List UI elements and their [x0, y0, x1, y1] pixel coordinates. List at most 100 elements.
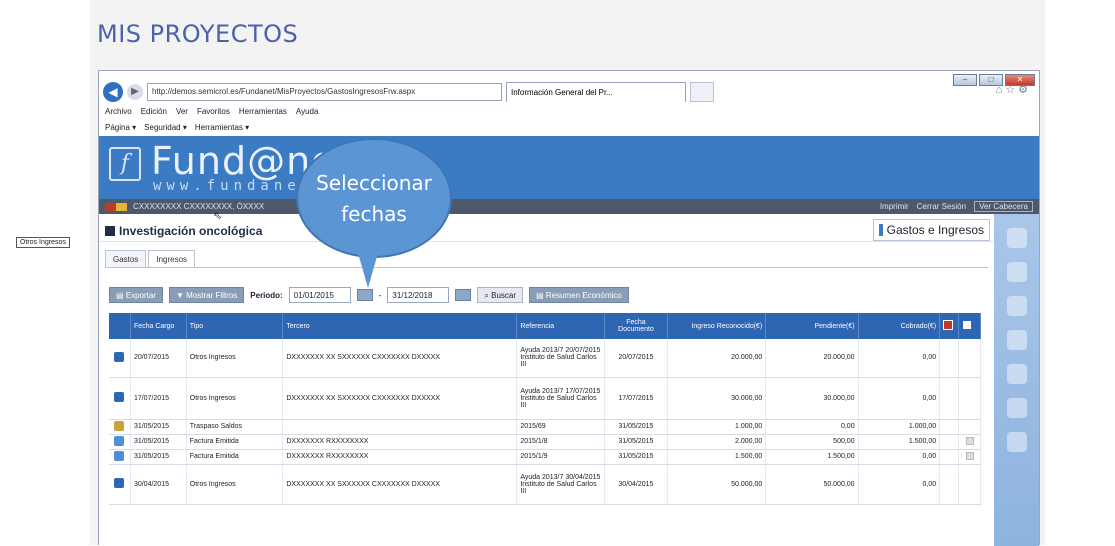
ingreso-cell: 30.000,00 [667, 377, 767, 420]
row-icon-cell [109, 339, 131, 378]
table-row[interactable]: 31/05/2015 Factura Emitida DXXXXXXX RXXXXX… [109, 449, 981, 465]
col-fecha-cargo[interactable]: Fecha Cargo [130, 313, 187, 339]
row-type-icon[interactable] [114, 435, 125, 446]
pendiente-cell: 20.000,00 [765, 339, 859, 378]
print-link[interactable]: Imprimir [880, 202, 909, 211]
row-type-icon[interactable] [114, 392, 125, 402]
table-row[interactable]: 17/07/2015 Otros Ingresos DXXXXXXX XX SXXX… [109, 377, 981, 420]
tools-command[interactable]: Herramientas ▾ [195, 123, 249, 132]
attachment-icon[interactable] [965, 451, 974, 460]
col-ingreso[interactable]: Ingreso Reconocido(€) [667, 313, 767, 339]
group-icon[interactable] [1006, 432, 1027, 452]
side-toolbar [994, 214, 1039, 546]
tipo-cell: Traspaso Saldos [186, 419, 284, 435]
menu-ver[interactable]: Ver [176, 107, 188, 116]
fecha-cargo-cell: 31/05/2015 [130, 449, 187, 465]
referencia-cell: Ayuda 2013/7 17/07/2015 Instituto de Sal… [516, 377, 606, 420]
home-icon[interactable]: ⌂ [996, 84, 1006, 96]
menu-archivo[interactable]: Archivo [105, 107, 132, 116]
user-icon[interactable] [1006, 296, 1027, 316]
col-referencia[interactable]: Referencia [516, 313, 606, 339]
info-icon[interactable] [1006, 262, 1027, 282]
filter-icon: ▼ [176, 291, 187, 300]
menu-ayuda[interactable]: Ayuda [296, 107, 319, 116]
col-pendiente[interactable]: Pendiente(€) [765, 313, 859, 339]
row-type-icon[interactable] [114, 450, 125, 461]
cobrado-cell: 1.500,00 [858, 434, 941, 450]
new-tab-button[interactable] [690, 82, 714, 102]
forward-button[interactable]: ▶ [127, 84, 143, 100]
col-tercero[interactable]: Tercero [282, 313, 518, 339]
checklist-icon[interactable] [1006, 364, 1027, 384]
menu-favoritos[interactable]: Favoritos [197, 107, 230, 116]
callout-text: Seleccionar fechas [296, 168, 452, 230]
tree-icon[interactable] [1006, 398, 1027, 418]
browser-tab[interactable]: Información General del Pr... [506, 82, 686, 102]
minimize-button[interactable]: – [953, 74, 977, 86]
language-flags-icon[interactable] [105, 202, 127, 211]
export-button[interactable]: ▤ Exportar [109, 287, 164, 303]
search-button[interactable]: ⌕ Buscar [477, 287, 524, 303]
page-command[interactable]: Página ▾ [105, 123, 136, 132]
tercero-cell: DXXXXXXX XX SXXXXXX CXXXXXXX DXXXXX [282, 339, 518, 378]
col-icon [109, 313, 131, 339]
col-columns[interactable] [958, 313, 981, 339]
filter-toolbar: ▤ Exportar ▼ Mostrar Filtros Periodo: 01… [109, 287, 629, 303]
logout-link[interactable]: Cerrar Sesión [917, 202, 966, 211]
table-row[interactable]: 30/04/2015 Otros Ingresos DXXXXXXX XX SXXX… [109, 464, 981, 505]
summary-label: Resumen Económico [545, 291, 622, 300]
referencia-cell: 2015/1/9 [516, 449, 606, 465]
referencia-cell: 2015/1/8 [516, 434, 606, 450]
people-icon[interactable] [1006, 330, 1027, 350]
browser-window: – □ ✕ ◀ ▶ http://demos.semicrol.es/Funda… [98, 70, 1040, 546]
panel-titlebar: Investigación oncológica Gastos e Ingres… [99, 219, 994, 242]
menu-herramientas[interactable]: Herramientas [239, 107, 287, 116]
row-icon-cell [109, 434, 131, 450]
export-label: Exportar [125, 291, 157, 300]
row-icon-cell [109, 464, 131, 505]
tab-gastos[interactable]: Gastos [105, 250, 147, 268]
calendar-to-icon[interactable] [455, 289, 472, 301]
browser-toolbar-icons: ⌂☆⚙ [996, 83, 1031, 96]
referencia-cell: 2015/69 [516, 419, 606, 435]
table-row[interactable]: 31/05/2015 Traspaso Saldos 2015/69 31/05/20… [109, 419, 981, 435]
date-to-input[interactable]: 31/12/2018 [387, 287, 450, 303]
summary-button[interactable]: ▤ Resumen Económico [529, 287, 629, 303]
fecha-cargo-cell: 20/07/2015 [130, 339, 187, 378]
show-filters-label: Mostrar Filtros [186, 291, 238, 300]
project-title: Investigación oncológica [105, 224, 262, 238]
table-row[interactable]: 31/05/2015 Factura Emitida DXXXXXXX RXXXXX… [109, 434, 981, 450]
cobrado-cell: 0,00 [858, 377, 941, 420]
ver-cabecera-button[interactable]: Ver Cabecera [974, 201, 1033, 212]
menu-edicion[interactable]: Edición [141, 107, 167, 116]
row-icon-cell [109, 449, 131, 465]
fecha-cargo-cell: 31/05/2015 [130, 419, 187, 435]
columns-cell [958, 449, 981, 465]
date-from-input[interactable]: 01/01/2015 [288, 287, 351, 303]
function-logo-icon: f [109, 147, 141, 181]
row-type-icon[interactable] [114, 420, 125, 431]
row-type-icon[interactable] [114, 478, 125, 488]
col-fecha-documento[interactable]: Fecha Documento [604, 313, 668, 339]
home-icon[interactable] [1006, 228, 1027, 248]
security-command[interactable]: Seguridad ▾ [144, 123, 187, 132]
gear-icon[interactable]: ⚙ [1018, 84, 1031, 96]
star-icon[interactable]: ☆ [1005, 84, 1018, 96]
address-bar[interactable]: http://demos.semicrol.es/Fundanet/MisPro… [147, 83, 502, 101]
back-button[interactable]: ◀ [103, 82, 123, 102]
calendar-from-icon[interactable] [356, 289, 373, 301]
pdf-cell [939, 434, 960, 450]
user-bar: CXXXXXXXX CXXXXXXXX, ÓXXXX Imprimir Cerr… [99, 199, 1039, 214]
table-row[interactable]: 20/07/2015 Otros Ingresos DXXXXXXX XX SXXX… [109, 339, 981, 378]
col-cobrado[interactable]: Cobrado(€) [858, 313, 941, 339]
gastos-ingresos-button[interactable]: Gastos e Ingresos [872, 219, 990, 241]
fecha-documento-cell: 31/05/2015 [604, 434, 668, 450]
row-type-icon[interactable] [114, 351, 125, 362]
show-filters-button[interactable]: ▼ Mostrar Filtros [169, 287, 245, 303]
col-pdf[interactable] [939, 313, 960, 339]
tipo-cell: Factura Emitida [186, 449, 284, 465]
tab-ingresos[interactable]: Ingresos [148, 250, 196, 268]
col-tipo[interactable]: Tipo [186, 313, 284, 339]
attachment-icon[interactable] [965, 436, 974, 445]
fecha-documento-cell: 31/05/2015 [604, 449, 668, 465]
